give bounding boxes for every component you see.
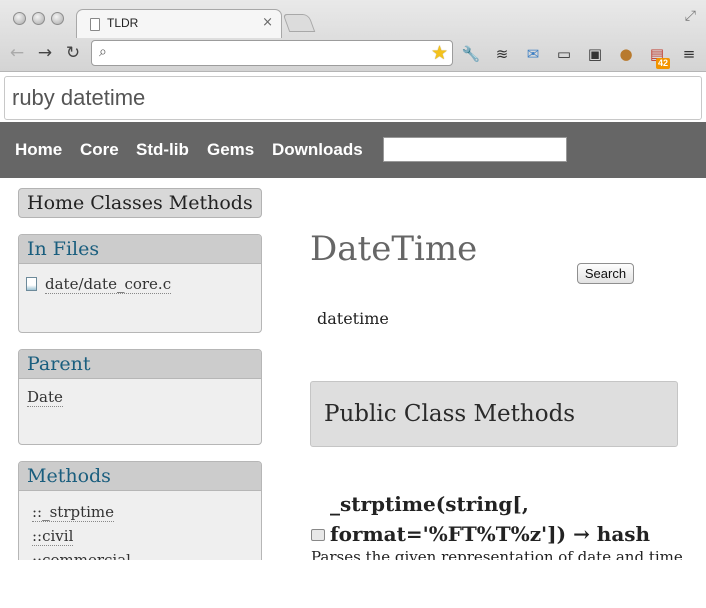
query-input[interactable] (5, 77, 701, 119)
in-files-panel: In Files date/date_core.c (18, 234, 262, 333)
reload-icon[interactable]: ↻ (62, 42, 84, 64)
back-icon[interactable]: ← (6, 42, 28, 64)
search-icon: ⌕ (99, 44, 107, 60)
parent-panel: Parent Date (18, 349, 262, 445)
method-item: ::civil (32, 524, 261, 548)
forward-icon[interactable]: → (34, 42, 56, 64)
wrench-icon[interactable]: 🔧 (461, 44, 481, 64)
methods-heading: Methods (19, 462, 261, 491)
query-box[interactable] (4, 76, 702, 120)
tab-close-icon[interactable]: × (262, 15, 273, 30)
class-title: DateTime (310, 229, 478, 269)
search-button[interactable]: Search (577, 263, 634, 284)
cookie-icon[interactable]: ● (616, 44, 636, 64)
method-item: ::_strptime (32, 500, 261, 524)
nav-downloads-link[interactable]: Downloads (272, 140, 363, 160)
fullscreen-icon[interactable]: ⤢ (685, 8, 696, 24)
parent-heading: Parent (19, 350, 261, 379)
site-search-input[interactable] (383, 137, 567, 162)
parent-link[interactable]: Date (27, 388, 63, 407)
extension-badge: 42 (656, 58, 671, 69)
nav-core-link[interactable]: Core (80, 140, 119, 160)
file-row: date/date_core.c (19, 264, 261, 294)
nav-home-link[interactable]: Home (15, 140, 62, 160)
site-navbar: Home Core Std-lib Gems Downloads Search (0, 122, 706, 284)
method-link[interactable]: ::civil (32, 527, 74, 546)
file-link[interactable]: date/date_core.c (45, 275, 172, 294)
page-icon (90, 18, 100, 31)
nav-gems-link[interactable]: Gems (207, 140, 254, 160)
breadcrumb[interactable]: Home Classes Methods (18, 188, 262, 218)
file-icon (26, 277, 37, 291)
in-files-heading: In Files (19, 235, 261, 264)
method-link[interactable]: ::_strptime (32, 503, 115, 522)
nav-stdlib-link[interactable]: Std-lib (136, 140, 189, 160)
class-description: datetime (317, 309, 389, 328)
new-tab-button[interactable] (282, 14, 316, 32)
browser-tab[interactable]: TLDR × (76, 9, 282, 38)
mail-icon[interactable]: ✉ (523, 44, 543, 64)
section-header: Public Class Methods (310, 381, 678, 447)
address-bar[interactable]: ⌕ ★ (91, 40, 453, 66)
layers-icon[interactable]: ≋ (492, 44, 512, 64)
screen-capture-icon[interactable]: ▭ (554, 44, 574, 64)
evernote-icon[interactable]: ▣ (585, 44, 605, 64)
tab-title: TLDR (107, 16, 139, 30)
browser-chrome: TLDR × ⤢ ← → ↻ ⌕ ★ 🔧 ≋ ✉ ▭ ▣ ● ▤ 42 ≡ (0, 0, 706, 72)
close-window-button[interactable] (13, 12, 26, 25)
zoom-window-button[interactable] (51, 12, 64, 25)
method-signature[interactable]: _strptime(string[, format='%FT%T%z']) → … (330, 489, 660, 549)
bookmark-star-icon[interactable]: ★ (431, 42, 448, 64)
address-input[interactable] (118, 44, 418, 62)
minimize-window-button[interactable] (32, 12, 45, 25)
method-source-icon[interactable] (311, 529, 325, 541)
window-bottom-area (0, 560, 706, 608)
menu-icon[interactable]: ≡ (679, 44, 699, 64)
parent-row: Date (19, 379, 261, 407)
